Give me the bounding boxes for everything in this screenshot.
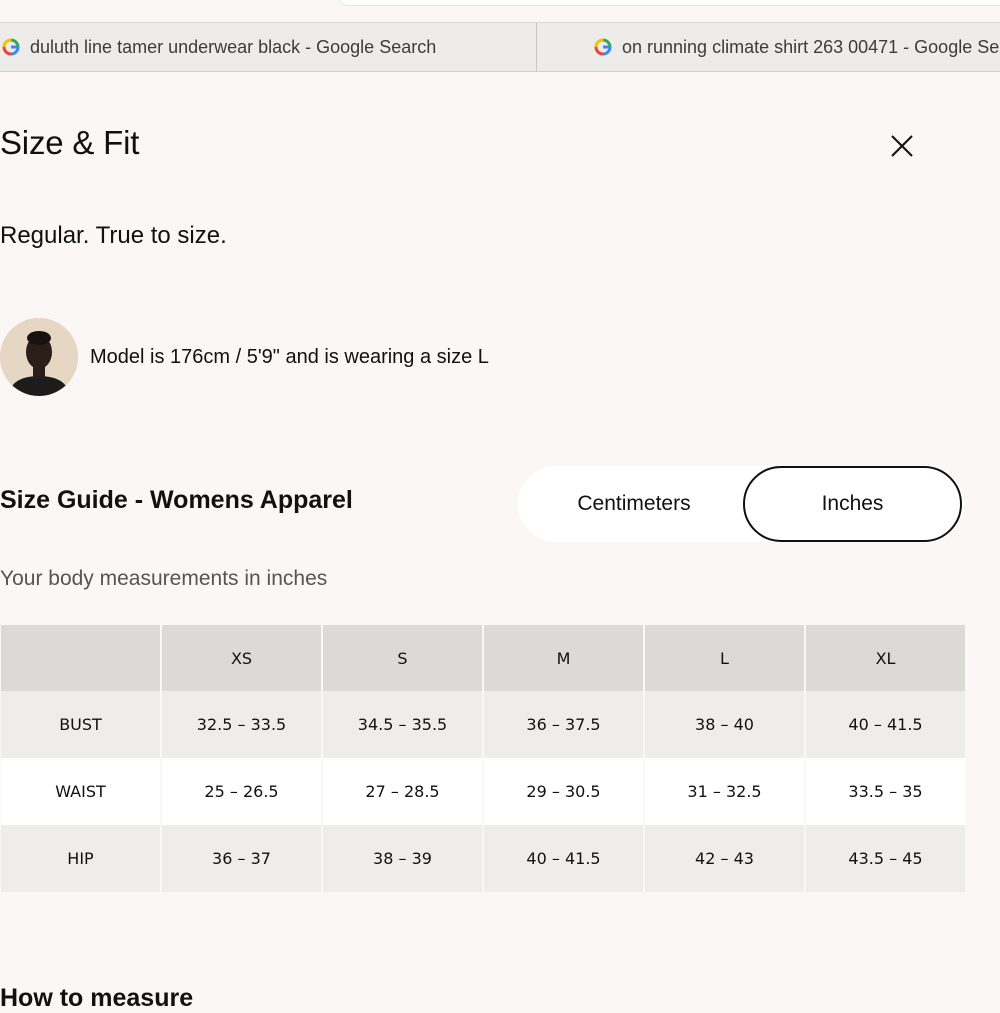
table-header-cell: S: [323, 625, 482, 691]
unit-inches-button[interactable]: Inches: [743, 466, 962, 542]
model-info-row: Model is 176cm / 5'9" and is wearing a s…: [0, 318, 489, 396]
browser-tab-2-title: on running climate shirt 263 00471 - Goo…: [622, 36, 1000, 57]
browser-tab-strip: duluth line tamer underwear black - Goog…: [0, 22, 1000, 72]
table-cell: 33.5 – 35: [806, 758, 965, 825]
table-cell: 36 – 37.5: [484, 691, 643, 758]
table-row: BUST 32.5 – 33.5 34.5 – 35.5 36 – 37.5 3…: [1, 691, 965, 758]
close-button[interactable]: [884, 128, 920, 164]
modal-title: Size & Fit: [0, 124, 140, 161]
table-cell: 29 – 30.5: [484, 758, 643, 825]
model-avatar: [0, 318, 78, 396]
unit-centimeters-button[interactable]: Centimeters: [524, 466, 744, 542]
table-cell: 34.5 – 35.5: [323, 691, 482, 758]
table-header-cell: XL: [806, 625, 965, 691]
table-header-cell: [1, 625, 160, 691]
how-to-measure-heading: How to measure: [0, 984, 194, 1012]
table-row: HIP 36 – 37 38 – 39 40 – 41.5 42 – 43 43…: [1, 825, 965, 892]
measurements-caption: Your body measurements in inches: [0, 567, 328, 590]
row-label: HIP: [1, 825, 160, 892]
table-cell: 27 – 28.5: [323, 758, 482, 825]
table-cell: 42 – 43: [645, 825, 804, 892]
table-cell: 31 – 32.5: [645, 758, 804, 825]
table-cell: 32.5 – 33.5: [162, 691, 321, 758]
model-info-text: Model is 176cm / 5'9" and is wearing a s…: [90, 345, 489, 368]
table-cell: 43.5 – 45: [806, 825, 965, 892]
table-header-cell: M: [484, 625, 643, 691]
size-guide-title: Size Guide - Womens Apparel: [0, 486, 353, 514]
close-icon: [891, 135, 913, 157]
size-table: XS S M L XL BUST 32.5 – 33.5 34.5 – 35.5…: [0, 625, 967, 892]
google-icon: [594, 38, 612, 56]
table-cell: 40 – 41.5: [806, 691, 965, 758]
table-header-cell: XS: [162, 625, 321, 691]
table-cell: 38 – 39: [323, 825, 482, 892]
fit-description: Regular. True to size.: [0, 222, 227, 249]
table-header-row: XS S M L XL: [1, 625, 965, 691]
unit-toggle: Centimeters Inches: [518, 466, 964, 542]
table-cell: 36 – 37: [162, 825, 321, 892]
table-row: WAIST 25 – 26.5 27 – 28.5 29 – 30.5 31 –…: [1, 758, 965, 825]
google-icon: [2, 38, 20, 56]
table-cell: 25 – 26.5: [162, 758, 321, 825]
table-cell: 40 – 41.5: [484, 825, 643, 892]
address-bar[interactable]: [338, 0, 1000, 6]
browser-tab-1-title: duluth line tamer underwear black - Goog…: [30, 36, 437, 57]
table-cell: 38 – 40: [645, 691, 804, 758]
row-label: WAIST: [1, 758, 160, 825]
browser-tab-1[interactable]: duluth line tamer underwear black - Goog…: [0, 23, 537, 71]
row-label: BUST: [1, 691, 160, 758]
browser-top-bar: [0, 0, 1000, 22]
browser-tab-2[interactable]: on running climate shirt 263 00471 - Goo…: [537, 23, 1000, 71]
table-header-cell: L: [645, 625, 804, 691]
